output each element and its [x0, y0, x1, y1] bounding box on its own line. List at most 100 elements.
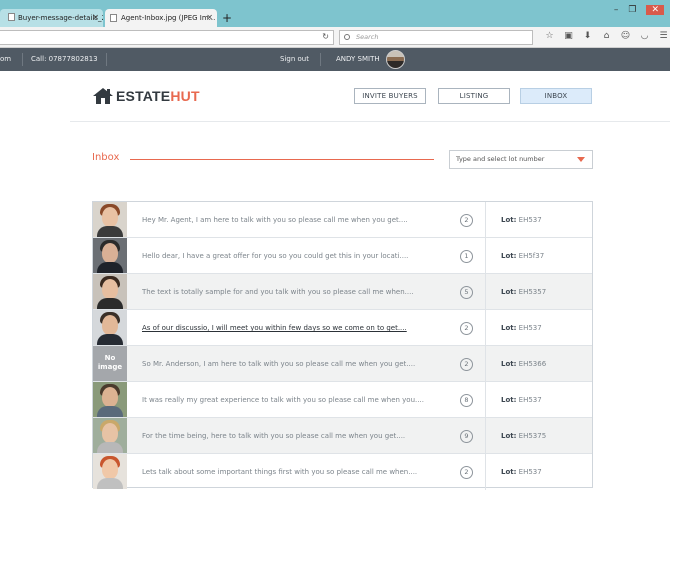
lot-number: EH537	[518, 468, 542, 476]
sender-avatar	[93, 274, 127, 309]
column-divider	[485, 454, 486, 490]
message-preview[interactable]: Hey Mr. Agent, I am here to talk with yo…	[142, 202, 432, 238]
close-tab-icon[interactable]: ✕	[92, 9, 99, 27]
browser-tab-1[interactable]: Buyer-message-details_26... ✕	[0, 9, 103, 27]
new-tab-icon[interactable]: +	[222, 10, 232, 26]
title-underline	[130, 159, 434, 160]
close-tab-icon[interactable]: ✕	[206, 9, 213, 27]
message-preview[interactable]: The text is totally sample for and you t…	[142, 274, 432, 310]
sender-avatar	[93, 238, 127, 273]
user-avatar[interactable]	[386, 50, 405, 69]
home-icon[interactable]: ⌂	[597, 31, 616, 41]
lot-label: Lot: EH537	[501, 382, 542, 418]
browser-tab-1-title: Buyer-message-details_26...	[18, 14, 103, 22]
message-preview[interactable]: As of our discussio, I will meet you wit…	[142, 310, 432, 346]
column-divider	[485, 418, 486, 454]
column-divider	[485, 274, 486, 310]
site-link[interactable]: om	[0, 48, 11, 71]
lot-number: EH5f37	[518, 252, 545, 260]
message-row[interactable]: It was really my great experience to tal…	[93, 382, 592, 418]
lot-label-prefix: Lot:	[501, 432, 517, 440]
message-preview[interactable]: It was really my great experience to tal…	[142, 382, 432, 418]
lot-label: Lot: EH537	[501, 310, 542, 346]
web-page: om Call: 07877802813 Sign out ANDY SMITH…	[0, 48, 670, 566]
close-window-icon[interactable]: ✕	[646, 5, 664, 15]
lot-label: Lot: EH5375	[501, 418, 546, 454]
bookmark-star-icon[interactable]: ☆	[540, 31, 559, 41]
column-divider	[485, 310, 486, 346]
sender-avatar	[93, 310, 127, 345]
divider	[106, 53, 107, 66]
download-icon[interactable]: ⬇	[578, 31, 597, 41]
invite-buyers-button[interactable]: INVITE BUYERS	[354, 88, 426, 104]
search-icon	[344, 34, 350, 40]
menu-icon[interactable]: ☰	[654, 31, 673, 41]
pocket-icon[interactable]: ◡	[635, 31, 654, 41]
lot-label: Lot: EH5357	[501, 274, 546, 310]
message-row[interactable]: Lets talk about some important things fi…	[93, 454, 592, 490]
lot-number: EH537	[518, 216, 542, 224]
lot-number: EH5357	[518, 288, 547, 296]
message-count-badge: 1	[460, 250, 473, 263]
browser-tab-2-title: Agent-Inbox.jpg (JPEG Im...	[121, 14, 216, 22]
maximize-icon[interactable]: ❐	[628, 5, 636, 15]
lot-number-select[interactable]: Type and select lot number	[449, 150, 593, 169]
caret-down-icon	[577, 157, 585, 162]
logo-text-estate: ESTATE	[116, 88, 171, 104]
sender-avatar	[93, 202, 127, 237]
message-preview[interactable]: So Mr. Anderson, I am here to talk with …	[142, 346, 432, 382]
lot-label-prefix: Lot:	[501, 468, 517, 476]
message-row[interactable]: No image So Mr. Anderson, I am here to t…	[93, 346, 592, 382]
page-icon	[8, 13, 15, 21]
message-row[interactable]: Hey Mr. Agent, I am here to talk with yo…	[93, 202, 592, 238]
tab-bar: Buyer-message-details_26... ✕ Agent-Inbo…	[0, 0, 670, 27]
lot-number: EH537	[518, 324, 542, 332]
user-name[interactable]: ANDY SMITH	[336, 48, 380, 71]
window-controls: – ❐ ✕	[604, 5, 664, 15]
lot-number: EH537	[518, 396, 542, 404]
message-row[interactable]: The text is totally sample for and you t…	[93, 274, 592, 310]
message-preview[interactable]: Hello dear, I have a great offer for you…	[142, 238, 432, 274]
minimize-icon[interactable]: –	[614, 5, 619, 15]
browser-search-input[interactable]: Search	[339, 30, 533, 45]
message-preview[interactable]: Lets talk about some important things fi…	[142, 454, 432, 490]
address-bar[interactable]: ↻	[0, 30, 334, 45]
browser-toolbar: ↻ Search ☆ ▣ ⬇ ⌂ ☺ ◡ ☰	[0, 27, 670, 48]
sender-avatar	[93, 418, 127, 453]
sign-out-link[interactable]: Sign out	[280, 48, 309, 71]
lot-label-prefix: Lot:	[501, 396, 517, 404]
message-row[interactable]: For the time being, here to talk with yo…	[93, 418, 592, 454]
message-count-badge: 8	[460, 394, 473, 407]
inbox-button[interactable]: INBOX	[520, 88, 592, 104]
listing-button[interactable]: LISTING	[438, 88, 510, 104]
lot-label-prefix: Lot:	[501, 252, 517, 260]
smiley-icon[interactable]: ☺	[616, 31, 635, 41]
lot-label-prefix: Lot:	[501, 324, 517, 332]
message-preview[interactable]: For the time being, here to talk with yo…	[142, 418, 432, 454]
message-count-badge: 5	[460, 286, 473, 299]
column-divider	[485, 382, 486, 418]
lot-label: Lot: EH5366	[501, 346, 546, 382]
browser-tab-2[interactable]: Agent-Inbox.jpg (JPEG Im... ✕	[105, 9, 217, 27]
toolbar-icons: ☆ ▣ ⬇ ⌂ ☺ ◡ ☰	[540, 31, 673, 41]
message-row[interactable]: As of our discussio, I will meet you wit…	[93, 310, 592, 346]
lot-label-prefix: Lot:	[501, 360, 517, 368]
column-divider	[485, 238, 486, 274]
column-divider	[485, 346, 486, 382]
reload-icon[interactable]: ↻	[322, 32, 329, 41]
no-image-text: No	[104, 354, 116, 362]
top-strip: om Call: 07877802813 Sign out ANDY SMITH	[0, 48, 670, 71]
header-divider	[70, 121, 670, 122]
lot-label: Lot: EH537	[501, 202, 542, 238]
reading-list-icon[interactable]: ▣	[559, 31, 578, 41]
lot-number: EH5366	[518, 360, 547, 368]
no-image-placeholder: No image	[93, 346, 127, 381]
message-row[interactable]: Hello dear, I have a great offer for you…	[93, 238, 592, 274]
phone-number: Call: 07877802813	[31, 55, 98, 63]
logo-text-hut: HUT	[170, 88, 200, 104]
browser-search-placeholder: Search	[356, 33, 379, 41]
sender-avatar	[93, 454, 127, 489]
estatehut-logo[interactable]: ESTATEHUT	[92, 86, 200, 106]
divider	[320, 53, 321, 66]
page-title: Inbox	[92, 152, 120, 163]
